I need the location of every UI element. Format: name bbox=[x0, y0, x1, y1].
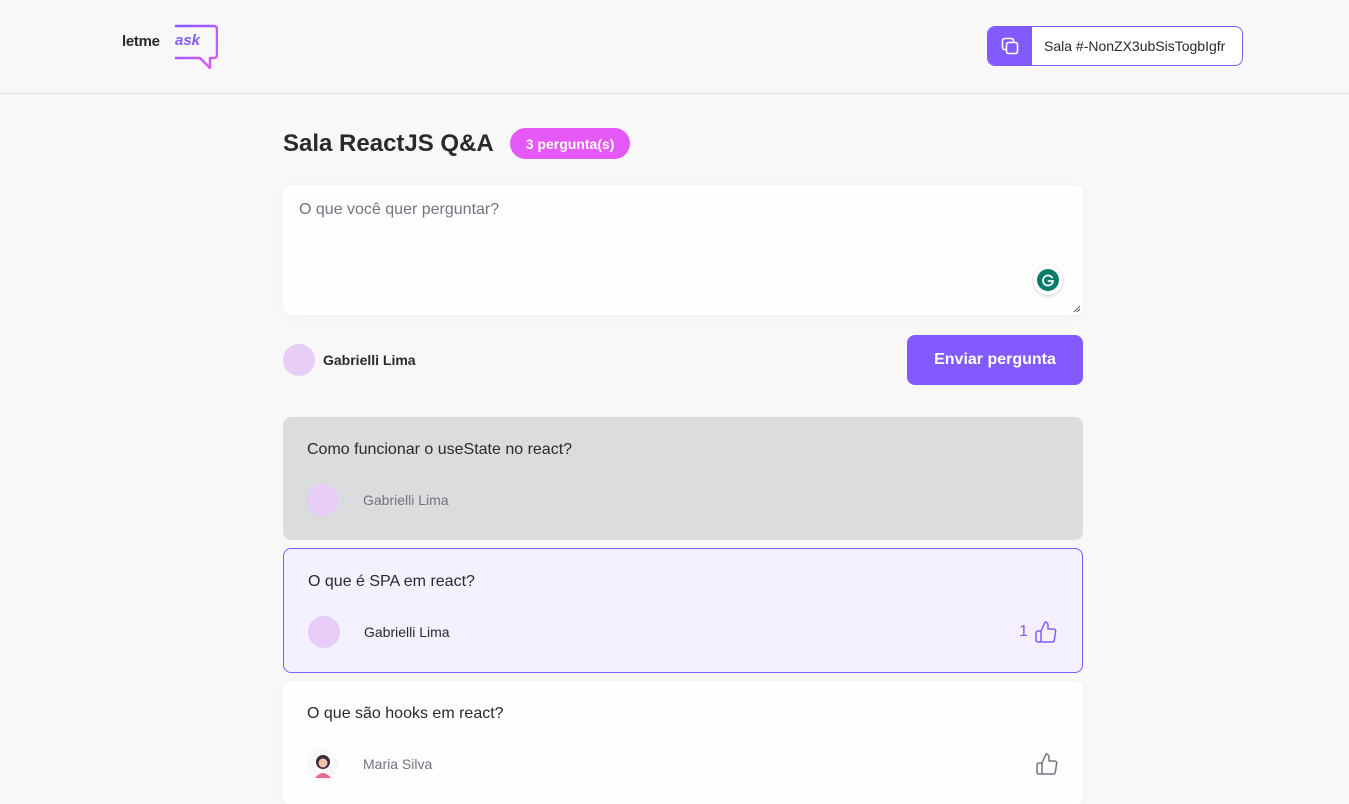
thumbs-up-icon bbox=[1035, 621, 1057, 643]
logo-text-letme: letme bbox=[122, 33, 160, 50]
question-textarea[interactable] bbox=[299, 201, 1067, 299]
like-button[interactable]: 1 bbox=[1019, 620, 1058, 644]
room-title-row: Sala ReactJS Q&A 3 pergunta(s) bbox=[283, 128, 631, 159]
current-user-info: Gabrielli Lima bbox=[283, 344, 416, 376]
question-card: Como funcionar o useState no react? Gabr… bbox=[283, 417, 1083, 540]
avatar bbox=[308, 616, 340, 648]
question-card: O que são hooks em react? Maria Silva bbox=[283, 681, 1083, 804]
question-content: O que são hooks em react? bbox=[307, 705, 504, 722]
author-name: Gabrielli Lima bbox=[363, 492, 449, 508]
logo-text-ask: ask bbox=[175, 32, 201, 49]
avatar bbox=[307, 484, 339, 516]
top-header: letme ask Sala #-NonZX3ubSisTogbIgfr bbox=[0, 0, 1349, 94]
avatar bbox=[283, 344, 315, 376]
resize-handle-icon[interactable] bbox=[1073, 305, 1081, 313]
grammarly-icon[interactable] bbox=[1033, 265, 1063, 295]
copy-icon[interactable] bbox=[988, 27, 1032, 65]
like-count: 1 bbox=[1019, 623, 1028, 640]
question-content: O que é SPA em react? bbox=[308, 573, 475, 590]
author-name: Gabrielli Lima bbox=[364, 624, 450, 640]
room-code-button[interactable]: Sala #-NonZX3ubSisTogbIgfr bbox=[987, 26, 1243, 66]
question-content: Como funcionar o useState no react? bbox=[307, 441, 573, 458]
question-footer: Maria Silva bbox=[307, 748, 1059, 780]
question-author: Maria Silva bbox=[307, 748, 432, 780]
question-author: Gabrielli Lima bbox=[307, 484, 449, 516]
avatar bbox=[307, 748, 339, 780]
room-code-label: Sala #-NonZX3ubSisTogbIgfr bbox=[1044, 38, 1226, 54]
send-question-button[interactable]: Enviar pergunta bbox=[907, 335, 1083, 385]
thumbs-up-icon bbox=[1036, 753, 1058, 775]
question-footer: Gabrielli Lima 1 bbox=[308, 616, 1058, 648]
question-author: Gabrielli Lima bbox=[308, 616, 450, 648]
current-user-name: Gabrielli Lima bbox=[323, 352, 416, 368]
page-title: Sala ReactJS Q&A bbox=[283, 129, 494, 157]
question-card: O que é SPA em react? Gabrielli Lima 1 bbox=[283, 548, 1083, 673]
author-name: Maria Silva bbox=[363, 756, 433, 772]
question-form bbox=[283, 185, 1083, 315]
like-button[interactable] bbox=[1035, 752, 1059, 776]
question-footer: Gabrielli Lima bbox=[307, 484, 1059, 516]
question-count-badge: 3 pergunta(s) bbox=[509, 128, 631, 159]
letmeask-logo[interactable]: letme ask bbox=[122, 22, 218, 70]
